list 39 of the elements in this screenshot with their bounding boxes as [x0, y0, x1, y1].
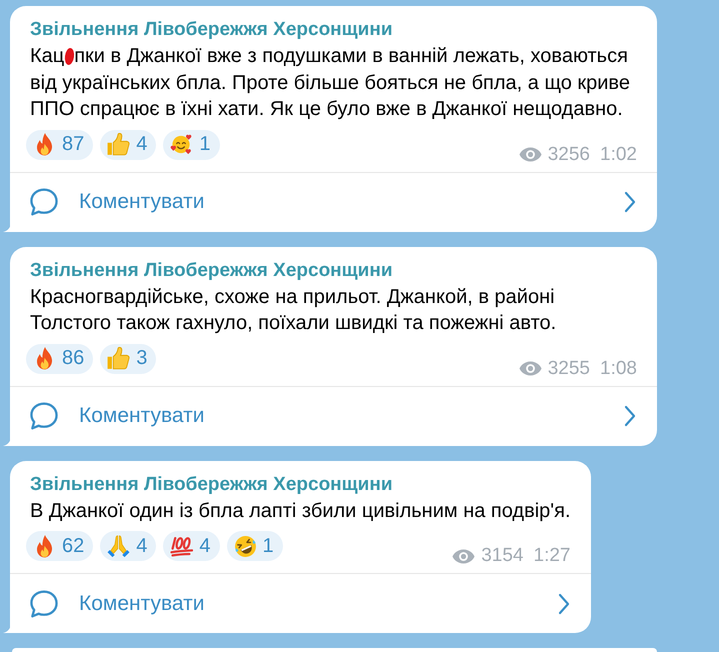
- eye-icon: [518, 147, 542, 162]
- reaction-button[interactable]: 3: [100, 344, 156, 374]
- hundred-points-icon: [170, 534, 194, 558]
- message-time: 1:08: [600, 358, 637, 378]
- chevron-right-icon: [624, 191, 636, 213]
- comment-button[interactable]: Коментувати: [10, 172, 657, 232]
- message-text: Красногвардійське, схоже на прильот. Джанкой, в районі Толстого також гахнуло, поїхали швидкі та пожежні авто.: [30, 284, 558, 336]
- reaction-button[interactable]: 4: [100, 531, 156, 561]
- comment-button[interactable]: Коментувати: [10, 386, 657, 446]
- eye-icon: [518, 361, 542, 376]
- channel-name: Звільнення Лівобережжя Херсонщини: [30, 258, 394, 282]
- smiling-face-hearts-icon: [170, 133, 194, 156]
- view-count: 3154: [481, 546, 524, 566]
- thumbs-up-icon: [107, 347, 130, 370]
- comment-button[interactable]: Коментувати: [10, 573, 590, 633]
- reaction-button[interactable]: 86: [26, 344, 94, 374]
- channel-name: Звільнення Лівобережжя Херсонщини: [30, 472, 394, 496]
- laughing-face-icon: [234, 534, 256, 558]
- view-count: 3256: [548, 144, 590, 164]
- message-time: 1:02: [600, 144, 637, 164]
- eye-icon: [452, 548, 476, 564]
- speech-bubble-icon: [30, 188, 58, 216]
- reaction-button[interactable]: 1: [163, 130, 220, 160]
- reaction-button[interactable]: 4: [163, 531, 220, 561]
- speech-bubble-icon: [30, 402, 58, 430]
- thumbs-up-icon: [107, 133, 130, 156]
- chevron-right-icon: [624, 405, 636, 427]
- message-time: 1:27: [534, 546, 570, 566]
- channel-name: Звільнення Лівобережжя Херсонщини: [30, 18, 394, 42]
- reaction-button[interactable]: 1: [226, 531, 283, 561]
- speech-bubble-icon: [30, 590, 58, 618]
- message-text: Кац пки в Джанкої вже з подушками в ванній лежать, ховаються від українських бпла. Проте більше бояться не бпла, а що криве ППО спрацює в їхні хати. Як це було вже в Джанкої нещодавно.: [30, 44, 631, 122]
- reaction-button[interactable]: 4: [100, 130, 156, 160]
- reaction-button[interactable]: 62: [26, 531, 94, 561]
- view-count: 3255: [548, 358, 590, 378]
- message-text: В Джанкої один із бпла лапті збили цивільним на подвір'я.: [30, 498, 570, 524]
- reaction-button[interactable]: 87: [26, 130, 94, 160]
- folded-hands-icon: [107, 534, 130, 558]
- chevron-right-icon: [558, 592, 570, 614]
